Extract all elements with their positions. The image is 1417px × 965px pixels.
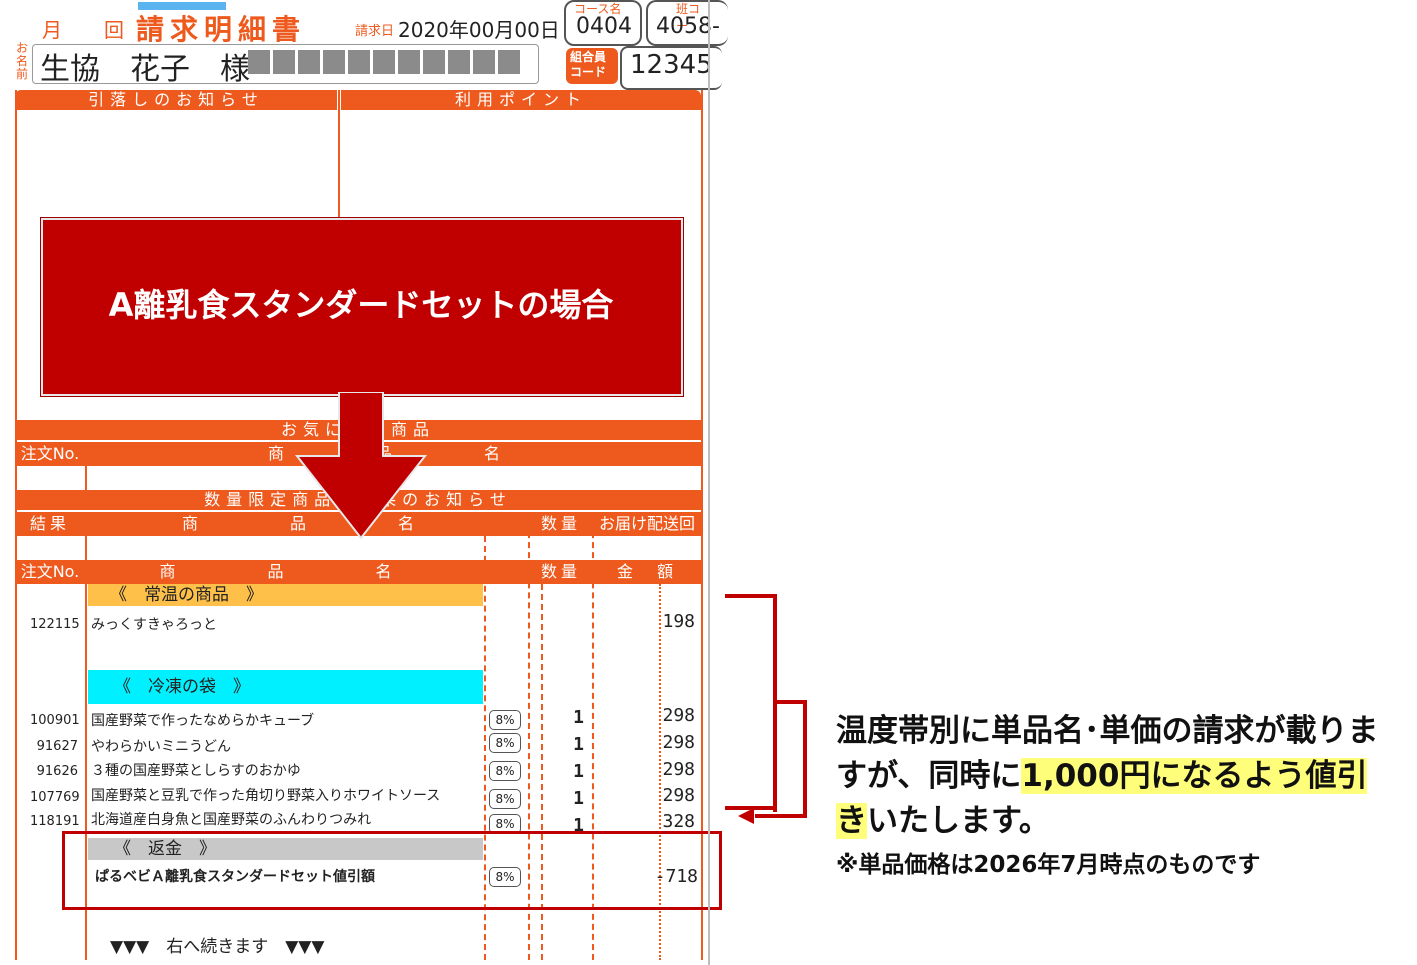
limited-result-header: 結果 [29, 514, 70, 533]
item-code: 122115 [30, 617, 80, 632]
item-qty: 1 [573, 707, 584, 728]
items-qty-header: 数量 [540, 562, 581, 581]
invoice-title: 請求明細書 [136, 13, 307, 46]
item-code: 107769 [30, 790, 80, 805]
limited-qty-header: 数量 [540, 514, 581, 533]
invoice-date: 2020年00月00日 [398, 18, 560, 42]
item-amount: 298 [662, 759, 695, 780]
title-tab-accent [138, 2, 226, 10]
items-product-header: 商 品 名 [159, 562, 412, 581]
document-edge [708, 0, 710, 965]
item-amount: 298 [662, 732, 695, 753]
item-name: 国産野菜で作ったなめらかキューブ [91, 713, 315, 729]
item-amount: 298 [662, 785, 695, 806]
refund-highlight-box [62, 831, 722, 910]
item-code: 91627 [36, 739, 78, 754]
customer-name: 生協 花子 様 [40, 52, 250, 87]
item-code: 118191 [30, 814, 80, 829]
item-qty: 1 [573, 761, 584, 782]
note-highlight-1: 1,000円にな [1021, 758, 1213, 794]
item-code: 100901 [30, 713, 80, 728]
item-qty: 1 [573, 788, 584, 809]
item-qty: 1 [573, 734, 584, 755]
item-name: 国産野菜と豆乳で作った角切り野菜入りホワイトソース [91, 788, 441, 804]
member-value: 123456 [630, 50, 710, 80]
course-value: 0404 [576, 14, 632, 39]
debit-notice-header: 引落しのお知らせ [15, 90, 337, 110]
item-amount: 328 [662, 811, 695, 832]
tax-rate-badge: 8% [489, 761, 521, 781]
category-ambient: 《 常温の商品 》 [88, 584, 483, 606]
tax-rate-badge: 8% [489, 733, 521, 753]
item-code: 91626 [36, 764, 78, 779]
member-label: 組合員コード [570, 50, 607, 79]
category-frozen: 《 冷凍の袋 》 [88, 670, 483, 704]
item-amount: 298 [662, 705, 695, 726]
tax-rate-badge: 8% [489, 710, 521, 730]
fav-divider [85, 442, 87, 490]
item-amount: 198 [662, 611, 695, 632]
items-orderno-header: 注文No. [20, 562, 80, 581]
callout-note-small: ※単品価格は2026年7月時点のものです [836, 852, 1261, 878]
month-suffix: 月 [42, 18, 62, 42]
name-label: お名前 [16, 41, 29, 81]
group-value: 4058- [656, 14, 720, 39]
callout-note: 温度帯別に単品名･単価の請求が載りますが、同時に1,000円になるよう値引きいた… [836, 709, 1396, 844]
callout-banner-text: A離乳食スタンダードセットの場合 [108, 286, 614, 324]
note-text-part2: いたします。 [867, 803, 1050, 839]
down-arrow-icon [294, 392, 428, 540]
item-name: やわらかいミニうどん [91, 739, 231, 755]
redacted-address [248, 50, 523, 78]
invoice: 月 回 請求明細書 請求日 2020年00月00日 コース名 0404 班コー … [0, 0, 728, 965]
fav-orderno-header: 注文No. [20, 444, 80, 463]
date-label: 請求日 [355, 24, 395, 39]
bracket-arrow-icon [725, 594, 807, 824]
item-name: みっくすきゃろっと [91, 617, 217, 633]
limited-delivery-header: お届け配送回 [598, 514, 695, 533]
items-amount-header: 金 額 [616, 562, 677, 581]
times-suffix: 回 [104, 18, 124, 42]
item-name: 北海道産白身魚と国産野菜のふんわりつみれ [91, 812, 372, 828]
continue-text: ▼▼▼ 右へ続きます ▼▼▼ [110, 937, 325, 957]
item-name: ３種の国産野菜としらすのおかゆ [91, 763, 301, 779]
points-header: 利用ポイント [341, 90, 701, 110]
tax-rate-badge: 8% [489, 789, 521, 809]
